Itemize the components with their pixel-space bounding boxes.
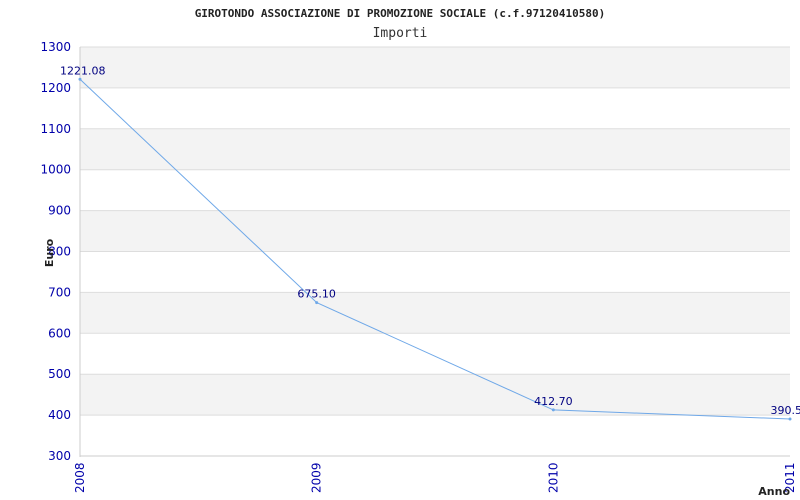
y-tick-label: 1200 [40, 81, 71, 95]
plot-background-bands [80, 47, 790, 416]
x-tick-label: 2008 [73, 462, 87, 493]
y-tick-label: 500 [48, 367, 71, 381]
data-label: 390.5 [771, 404, 800, 417]
data-point [78, 77, 82, 81]
chart-title: GIROTONDO ASSOCIAZIONE DI PROMOZIONE SOC… [195, 7, 606, 20]
grid-band [80, 374, 790, 416]
grid-band [80, 210, 790, 252]
y-tick-label: 300 [48, 449, 71, 463]
y-tick-label: 1300 [40, 40, 71, 54]
grid-band [80, 47, 790, 88]
line-chart: 3004005006007008009001000110012001300 20… [40, 7, 800, 498]
y-tick-label: 400 [48, 408, 71, 422]
x-axis-label: Anno [758, 485, 790, 498]
y-tick-label: 900 [48, 204, 71, 218]
grid-band [80, 292, 790, 334]
y-tick-label: 600 [48, 326, 71, 340]
data-point [788, 417, 792, 421]
chart-subtitle: Importi [373, 26, 428, 41]
data-label: 412.70 [534, 395, 573, 408]
data-label: 675.10 [297, 288, 336, 301]
y-tick-label: 1000 [40, 163, 71, 177]
data-label: 1221.08 [60, 64, 106, 77]
grid-band [80, 128, 790, 170]
x-tick-label: 2009 [310, 462, 324, 493]
data-point [551, 408, 555, 412]
x-tick-label: 2010 [546, 462, 560, 493]
y-axis-label: Euro [43, 238, 56, 267]
y-tick-label: 1100 [40, 122, 71, 136]
y-tick-label: 700 [48, 285, 71, 299]
x-tick-labels: 2008 2009 2010 2011 [73, 462, 797, 493]
data-point [315, 301, 319, 305]
